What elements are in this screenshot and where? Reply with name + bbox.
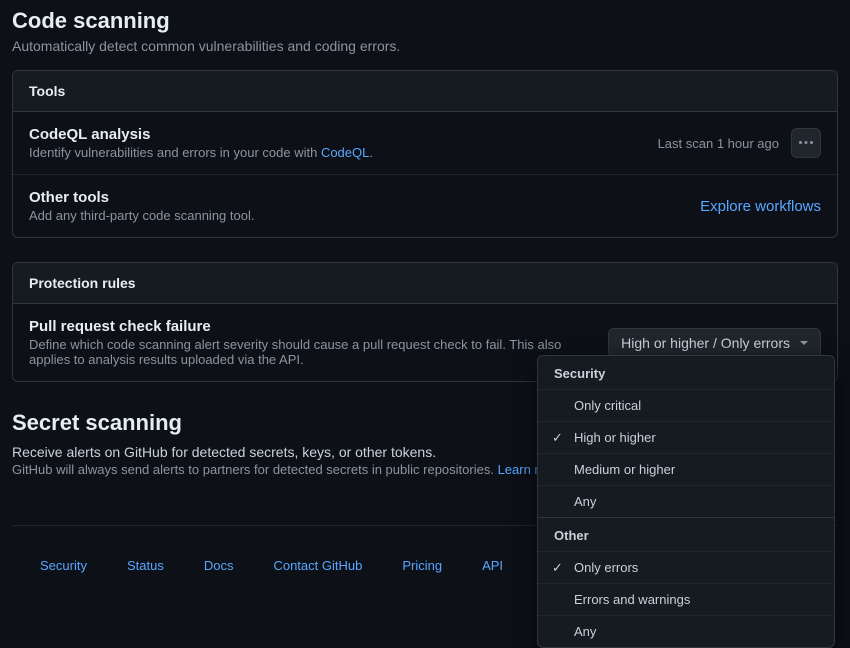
other-tools-desc: Add any third-party code scanning tool.	[29, 208, 700, 223]
severity-dropdown: Security Only critical High or higher Me…	[537, 355, 835, 648]
codeql-menu-button[interactable]	[791, 128, 821, 158]
protection-header: Protection rules	[13, 263, 837, 304]
code-scanning-subtitle: Automatically detect common vulnerabilit…	[12, 38, 838, 54]
footer-link-api[interactable]: API	[482, 558, 503, 573]
tools-header: Tools	[13, 71, 837, 112]
dropdown-item-medium-or-higher[interactable]: Medium or higher	[538, 453, 834, 485]
footer-link-docs[interactable]: Docs	[204, 558, 234, 573]
codeql-title: CodeQL analysis	[29, 126, 658, 143]
dropdown-section-other: Other	[538, 517, 834, 551]
severity-select-button[interactable]: High or higher / Only errors	[608, 328, 821, 358]
pr-check-desc: Define which code scanning alert severit…	[29, 337, 592, 367]
severity-select-label: High or higher / Only errors	[621, 335, 790, 351]
dropdown-item-high-or-higher[interactable]: High or higher	[538, 421, 834, 453]
codeql-link[interactable]: CodeQL	[321, 145, 369, 160]
chevron-down-icon	[800, 341, 808, 345]
dropdown-item-only-critical[interactable]: Only critical	[538, 389, 834, 421]
codeql-desc-suffix: .	[369, 145, 373, 160]
other-tools-title: Other tools	[29, 189, 700, 206]
secret-desc-prefix: GitHub will always send alerts to partne…	[12, 462, 498, 477]
dropdown-item-any-other[interactable]: Any	[538, 615, 834, 647]
code-scanning-title: Code scanning	[12, 8, 838, 34]
tools-box: Tools CodeQL analysis Identify vulnerabi…	[12, 70, 838, 238]
footer-link-status[interactable]: Status	[127, 558, 164, 573]
dropdown-item-errors-warnings[interactable]: Errors and warnings	[538, 583, 834, 615]
kebab-icon	[798, 135, 814, 151]
footer-link-pricing[interactable]: Pricing	[402, 558, 442, 573]
pr-check-title: Pull request check failure	[29, 318, 592, 335]
codeql-desc-prefix: Identify vulnerabilities and errors in y…	[29, 145, 321, 160]
dropdown-section-security: Security	[538, 356, 834, 389]
dropdown-item-any-security[interactable]: Any	[538, 485, 834, 517]
footer-link-contact[interactable]: Contact GitHub	[273, 558, 362, 573]
last-scan-text: Last scan 1 hour ago	[658, 136, 779, 151]
dropdown-item-only-errors[interactable]: Only errors	[538, 551, 834, 583]
codeql-desc: Identify vulnerabilities and errors in y…	[29, 145, 658, 160]
footer-link-security[interactable]: Security	[40, 558, 87, 573]
codeql-row: CodeQL analysis Identify vulnerabilities…	[13, 112, 837, 175]
explore-workflows-link[interactable]: Explore workflows	[700, 198, 821, 215]
other-tools-row: Other tools Add any third-party code sca…	[13, 175, 837, 237]
